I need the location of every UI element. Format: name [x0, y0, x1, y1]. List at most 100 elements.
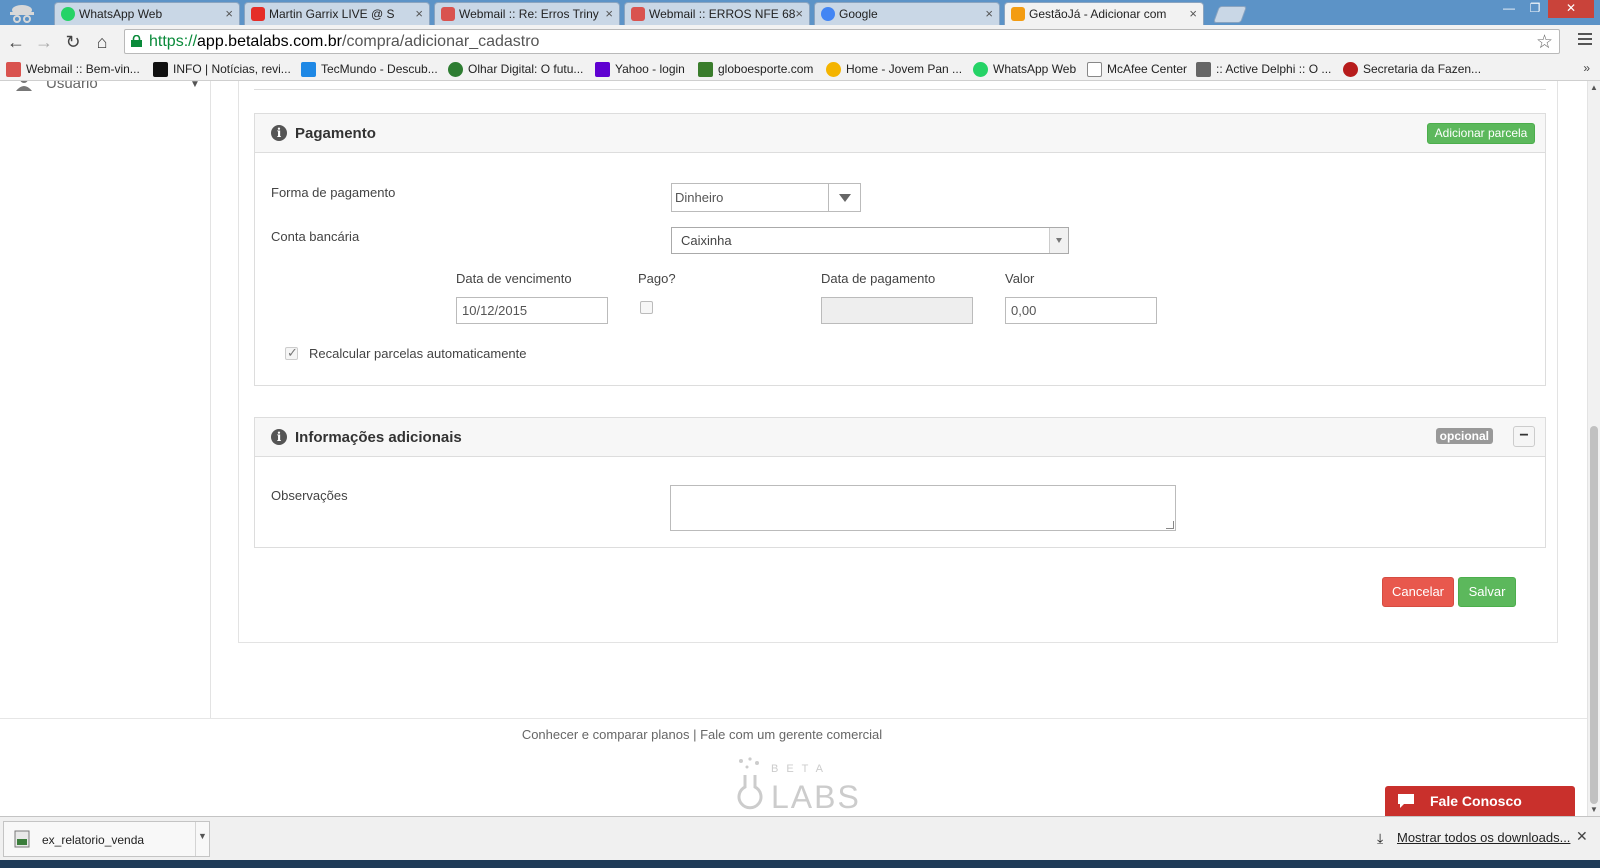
logo-labs-text: LABS [771, 779, 861, 815]
chat-widget-button[interactable]: Fale Conosco [1385, 786, 1575, 816]
info-icon [153, 62, 168, 77]
collapse-button[interactable]: − [1513, 426, 1535, 447]
bookmarks-bar: Webmail :: Bem-vin... INFO | Notícias, r… [0, 59, 1600, 81]
show-all-label: Mostrar todos os downloads... [1397, 830, 1571, 845]
add-installment-button[interactable]: Adicionar parcela [1427, 123, 1535, 144]
webmail-icon [6, 62, 21, 77]
tab-youtube[interactable]: Martin Garrix LIVE @ S × [244, 2, 430, 25]
bookmark-item[interactable]: Secretaria da Fazen... [1343, 61, 1481, 78]
chevron-down-icon[interactable]: ▼ [195, 822, 209, 856]
plans-link[interactable]: Conhecer e comparar planos [522, 727, 690, 742]
close-downloads-icon[interactable]: ✕ [1576, 828, 1588, 845]
bookmark-item[interactable]: Yahoo - login [595, 61, 685, 78]
whatsapp-icon [973, 62, 988, 77]
betalabs-logo: BETA LABS [733, 755, 859, 816]
new-tab-button[interactable] [1212, 6, 1248, 23]
payment-date-label: Data de pagamento [821, 271, 936, 286]
payment-date-input[interactable] [821, 297, 973, 324]
tab-gestaoja[interactable]: GestãoJá - Adicionar com × [1004, 2, 1204, 25]
tab-whatsapp[interactable]: WhatsApp Web × [54, 2, 240, 25]
selected-value: Dinheiro [675, 190, 724, 205]
vertical-scrollbar[interactable]: ▲ ▼ [1587, 81, 1600, 816]
bookmark-item[interactable]: Webmail :: Bem-vin... [6, 61, 140, 78]
gestaoja-icon [1011, 7, 1025, 21]
downloads-bar: ex_relatorio_venda ▼ ⤓ Mostrar todos os … [0, 816, 1600, 860]
tab-label: WhatsApp Web [79, 7, 163, 21]
cancel-button[interactable]: Cancelar [1382, 577, 1454, 607]
optional-badge: opcional [1435, 428, 1493, 444]
tab-close-icon[interactable]: × [795, 3, 803, 25]
tab-close-icon[interactable]: × [605, 3, 613, 25]
bookmark-item[interactable]: Home - Jovem Pan ... [826, 61, 962, 78]
scroll-down-icon[interactable]: ▼ [1590, 805, 1598, 814]
tab-close-icon[interactable]: × [985, 3, 993, 25]
paid-label: Pago? [638, 271, 676, 286]
olhar-digital-icon [448, 62, 463, 77]
incognito-icon [10, 5, 34, 23]
notes-textarea[interactable] [670, 485, 1176, 531]
separator: | [693, 727, 697, 742]
window-close-icon[interactable]: ✕ [1548, 0, 1594, 18]
bookmark-item[interactable]: McAfee Center [1087, 61, 1187, 78]
save-button[interactable]: Salvar [1458, 577, 1516, 607]
tecmundo-icon [301, 62, 316, 77]
scrollbar-thumb[interactable] [1590, 426, 1598, 804]
page-icon [1087, 62, 1102, 77]
bookmark-item[interactable]: globoesporte.com [698, 61, 813, 78]
google-icon [821, 7, 835, 21]
back-icon[interactable]: ← [6, 32, 26, 52]
tab-google[interactable]: Google × [814, 2, 1000, 25]
resize-handle-icon[interactable] [1166, 521, 1174, 529]
webmail-icon [631, 7, 645, 21]
browser-tab-strip: WhatsApp Web × Martin Garrix LIVE @ S × … [0, 0, 1600, 25]
bookmark-item[interactable]: :: Active Delphi :: O ... [1196, 61, 1331, 78]
user-icon [16, 81, 32, 91]
download-icon: ⤓ [1377, 830, 1384, 846]
recalc-checkbox[interactable] [285, 345, 298, 361]
tab-webmail-2[interactable]: Webmail :: ERROS NFE 68 × [624, 2, 810, 25]
address-bar[interactable]: https://app.betalabs.com.br/compra/adici… [124, 29, 1560, 54]
dropdown-arrow-icon [828, 184, 860, 211]
contact-link[interactable]: Fale com um gerente comercial [700, 727, 882, 742]
restore-icon[interactable]: ❐ [1522, 0, 1548, 18]
payment-section-header: i Pagamento Adicionar parcela [255, 114, 1545, 153]
download-item[interactable]: ex_relatorio_venda ▼ [3, 821, 210, 857]
minimize-icon[interactable]: — [1496, 0, 1522, 18]
bookmark-item[interactable]: Olhar Digital: O futu... [448, 61, 583, 78]
tab-close-icon[interactable]: × [1189, 3, 1197, 25]
bank-account-select[interactable]: Caixinha [671, 227, 1069, 254]
bookmark-item[interactable]: WhatsApp Web [973, 61, 1076, 78]
tab-label: Webmail :: Re: Erros Triny [459, 7, 599, 21]
reload-icon[interactable]: ↻ [63, 32, 83, 52]
lock-icon [131, 35, 142, 47]
chevron-down-icon: ▼ [190, 81, 200, 90]
paid-checkbox[interactable] [640, 301, 653, 314]
bookmark-item[interactable]: TecMundo - Descub... [301, 61, 438, 78]
amount-input[interactable]: 0,00 [1005, 297, 1157, 324]
bank-account-label: Conta bancária [271, 229, 360, 244]
due-date-label: Data de vencimento [456, 271, 572, 286]
payment-section: i Pagamento Adicionar parcela Forma de p… [254, 113, 1546, 386]
tab-webmail-1[interactable]: Webmail :: Re: Erros Triny × [434, 2, 620, 25]
forward-icon[interactable]: → [34, 32, 54, 52]
selected-value: Caixinha [681, 233, 732, 248]
chat-icon [1398, 794, 1414, 808]
tab-close-icon[interactable]: × [225, 3, 233, 25]
show-all-downloads-link[interactable]: ⤓ Mostrar todos os downloads... [1377, 830, 1571, 846]
payment-method-select[interactable]: Dinheiro [671, 183, 861, 212]
menu-icon[interactable] [1578, 33, 1592, 48]
bookmark-item[interactable]: INFO | Notícias, revi... [153, 61, 291, 78]
sidebar: Usuário ▼ [0, 81, 211, 718]
more-bookmarks-icon[interactable]: » [1583, 61, 1590, 75]
whatsapp-icon [61, 7, 75, 21]
divider [254, 89, 1546, 90]
tab-label: GestãoJá - Adicionar com [1029, 7, 1167, 21]
globoesporte-icon [698, 62, 713, 77]
bookmark-star-icon[interactable]: ☆ [1536, 31, 1553, 54]
amount-label: Valor [1005, 271, 1035, 286]
scroll-up-icon[interactable]: ▲ [1590, 83, 1598, 92]
home-icon[interactable]: ⌂ [92, 32, 112, 52]
webmail-icon [441, 7, 455, 21]
tab-close-icon[interactable]: × [415, 3, 423, 25]
due-date-input[interactable]: 10/12/2015 [456, 297, 608, 324]
